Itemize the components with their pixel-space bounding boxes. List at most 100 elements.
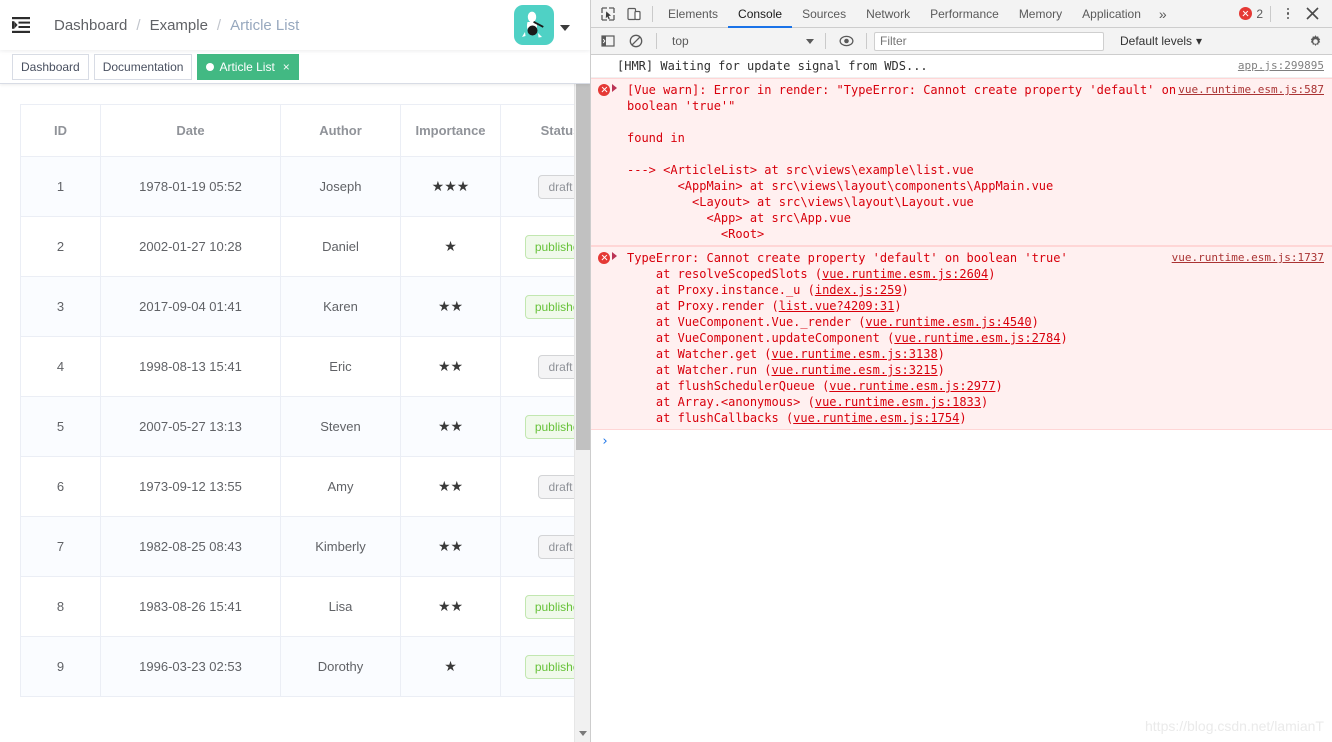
source-link[interactable]: vue.runtime.esm.js:1754	[793, 411, 959, 425]
tags-view: Dashboard Documentation Article List ×	[0, 50, 590, 84]
scrollbar-thumb[interactable]	[576, 25, 590, 450]
table-row[interactable]: 5 2007-05-27 13:13 Steven ★★ published	[20, 396, 590, 457]
table-row[interactable]: 8 1983-08-26 15:41 Lisa ★★ published	[20, 576, 590, 637]
source-link[interactable]: list.vue?4209:31	[779, 299, 895, 313]
tag-article-list-label: Article List	[219, 59, 275, 74]
table-row[interactable]: 1 1978-01-19 05:52 Joseph ★★★ draft	[20, 156, 590, 217]
cell-id: 5	[20, 396, 101, 457]
column-header-id[interactable]: ID	[20, 104, 101, 157]
toolbar-divider	[1270, 5, 1271, 22]
filterbar-divider	[825, 33, 826, 49]
source-link[interactable]: vue.runtime.esm.js:2977	[829, 379, 995, 393]
cell-importance: ★★	[400, 396, 501, 457]
source-link[interactable]: vue.runtime.esm.js:1737	[1172, 250, 1324, 266]
tag-documentation[interactable]: Documentation	[93, 53, 193, 80]
gear-icon[interactable]	[1302, 30, 1328, 52]
error-count-badge[interactable]: 2	[1239, 7, 1263, 21]
table-row[interactable]: 2 2002-01-27 10:28 Daniel ★ published	[20, 216, 590, 277]
more-vertical-icon[interactable]	[1278, 3, 1298, 25]
console-message-list[interactable]: [HMR] Waiting for update signal from WDS…	[591, 55, 1332, 742]
cell-date: 1973-09-12 13:55	[100, 456, 281, 517]
source-link[interactable]: vue.runtime.esm.js:587	[1178, 82, 1324, 98]
user-menu[interactable]	[514, 0, 570, 50]
avatar[interactable]	[514, 5, 554, 45]
tab-console[interactable]: Console	[728, 0, 792, 28]
more-tabs-icon[interactable]: »	[1151, 6, 1175, 22]
tab-sources[interactable]: Sources	[792, 0, 856, 28]
tag-dashboard[interactable]: Dashboard	[12, 53, 89, 80]
source-link[interactable]: vue.runtime.esm.js:3215	[772, 363, 938, 377]
cell-date: 1982-08-25 08:43	[100, 516, 281, 577]
error-circle-icon	[1239, 7, 1253, 20]
expand-arrow-icon[interactable]	[612, 84, 617, 92]
cell-importance: ★★★	[400, 156, 501, 217]
source-link[interactable]: vue.runtime.esm.js:1833	[815, 395, 981, 409]
clear-console-icon[interactable]	[623, 28, 649, 54]
toggle-device-toolbar-icon[interactable]	[621, 1, 647, 27]
tab-elements[interactable]: Elements	[658, 0, 728, 28]
filter-input[interactable]	[874, 31, 1104, 51]
table-row[interactable]: 6 1973-09-12 13:55 Amy ★★ draft	[20, 456, 590, 517]
table-header-row: ID Date Author Importance Status	[20, 104, 590, 157]
devtools-toolbar: Elements Console Sources Network Perform…	[591, 0, 1332, 28]
error-count-label: 2	[1256, 6, 1263, 21]
console-sidebar-icon[interactable]	[595, 28, 621, 54]
live-expression-icon[interactable]	[833, 28, 859, 54]
column-header-date[interactable]: Date	[100, 104, 281, 157]
column-header-author[interactable]: Author	[280, 104, 401, 157]
log-levels-select[interactable]: Default levels ▾	[1112, 34, 1210, 48]
breadcrumb-separator: /	[216, 16, 222, 34]
cell-id: 8	[20, 576, 101, 637]
inspect-element-icon[interactable]	[595, 1, 621, 27]
cell-author: Amy	[280, 456, 401, 517]
importance-stars: ★	[444, 658, 457, 674]
close-icon[interactable]	[1300, 3, 1324, 25]
navbar: Dashboard / Example / Article List	[0, 0, 590, 50]
tab-application[interactable]: Application	[1072, 0, 1151, 28]
menu-fold-icon[interactable]	[0, 0, 42, 50]
source-link[interactable]: index.js:259	[815, 283, 902, 297]
breadcrumb-item-example[interactable]: Example	[150, 17, 208, 34]
cell-date: 1983-08-26 15:41	[100, 576, 281, 637]
table-row[interactable]: 4 1998-08-13 15:41 Eric ★★ draft	[20, 336, 590, 397]
tab-memory[interactable]: Memory	[1009, 0, 1072, 28]
close-icon[interactable]: ×	[283, 61, 290, 73]
cell-importance: ★★	[400, 456, 501, 517]
table-header: ID Date Author Importance Status	[20, 104, 590, 157]
tag-article-list[interactable]: Article List ×	[197, 53, 299, 80]
console-error-message[interactable]: TypeError: Cannot create property 'defau…	[591, 246, 1332, 430]
tab-performance[interactable]: Performance	[920, 0, 1009, 28]
expand-arrow-icon[interactable]	[612, 252, 617, 260]
source-link[interactable]: vue.runtime.esm.js:4540	[865, 315, 1031, 329]
column-header-importance[interactable]: Importance	[400, 104, 501, 157]
caret-down-icon[interactable]	[560, 25, 570, 31]
source-link[interactable]: vue.runtime.esm.js:2604	[822, 267, 988, 281]
error-circle-icon	[598, 84, 610, 96]
cell-importance: ★★	[400, 516, 501, 577]
table-row[interactable]: 3 2017-09-04 01:41 Karen ★★ published	[20, 276, 590, 337]
cell-importance: ★	[400, 216, 501, 277]
importance-stars: ★★	[437, 538, 464, 554]
importance-stars: ★★	[437, 418, 464, 434]
cell-author: Karen	[280, 276, 401, 337]
console-log-message[interactable]: [HMR] Waiting for update signal from WDS…	[591, 55, 1332, 78]
devtools-toolbar-right: 2	[1239, 3, 1328, 25]
source-link[interactable]: vue.runtime.esm.js:3138	[772, 347, 938, 361]
tab-network[interactable]: Network	[856, 0, 920, 28]
message-text: [Vue warn]: Error in render: "TypeError:…	[627, 83, 1177, 241]
execution-context-select[interactable]: top	[668, 31, 818, 52]
article-table-container: ID Date Author Importance Status 1 1978-0…	[0, 84, 590, 697]
cell-date: 1998-08-13 15:41	[100, 336, 281, 397]
cell-id: 6	[20, 456, 101, 517]
source-link[interactable]: vue.runtime.esm.js:2784	[894, 331, 1060, 345]
scroll-down-arrow-icon[interactable]	[575, 725, 590, 742]
console-error-message[interactable]: [Vue warn]: Error in render: "TypeError:…	[591, 78, 1332, 246]
page-scrollbar[interactable]	[574, 0, 590, 742]
table-row[interactable]: 9 1996-03-23 02:53 Dorothy ★ published	[20, 636, 590, 697]
table-row[interactable]: 7 1982-08-25 08:43 Kimberly ★★ draft	[20, 516, 590, 577]
breadcrumb-item-dashboard[interactable]: Dashboard	[54, 17, 127, 34]
source-link[interactable]: app.js:299895	[1238, 58, 1324, 74]
filterbar-divider	[656, 33, 657, 49]
importance-stars: ★★	[437, 598, 464, 614]
console-prompt[interactable]: ›	[591, 430, 1332, 453]
